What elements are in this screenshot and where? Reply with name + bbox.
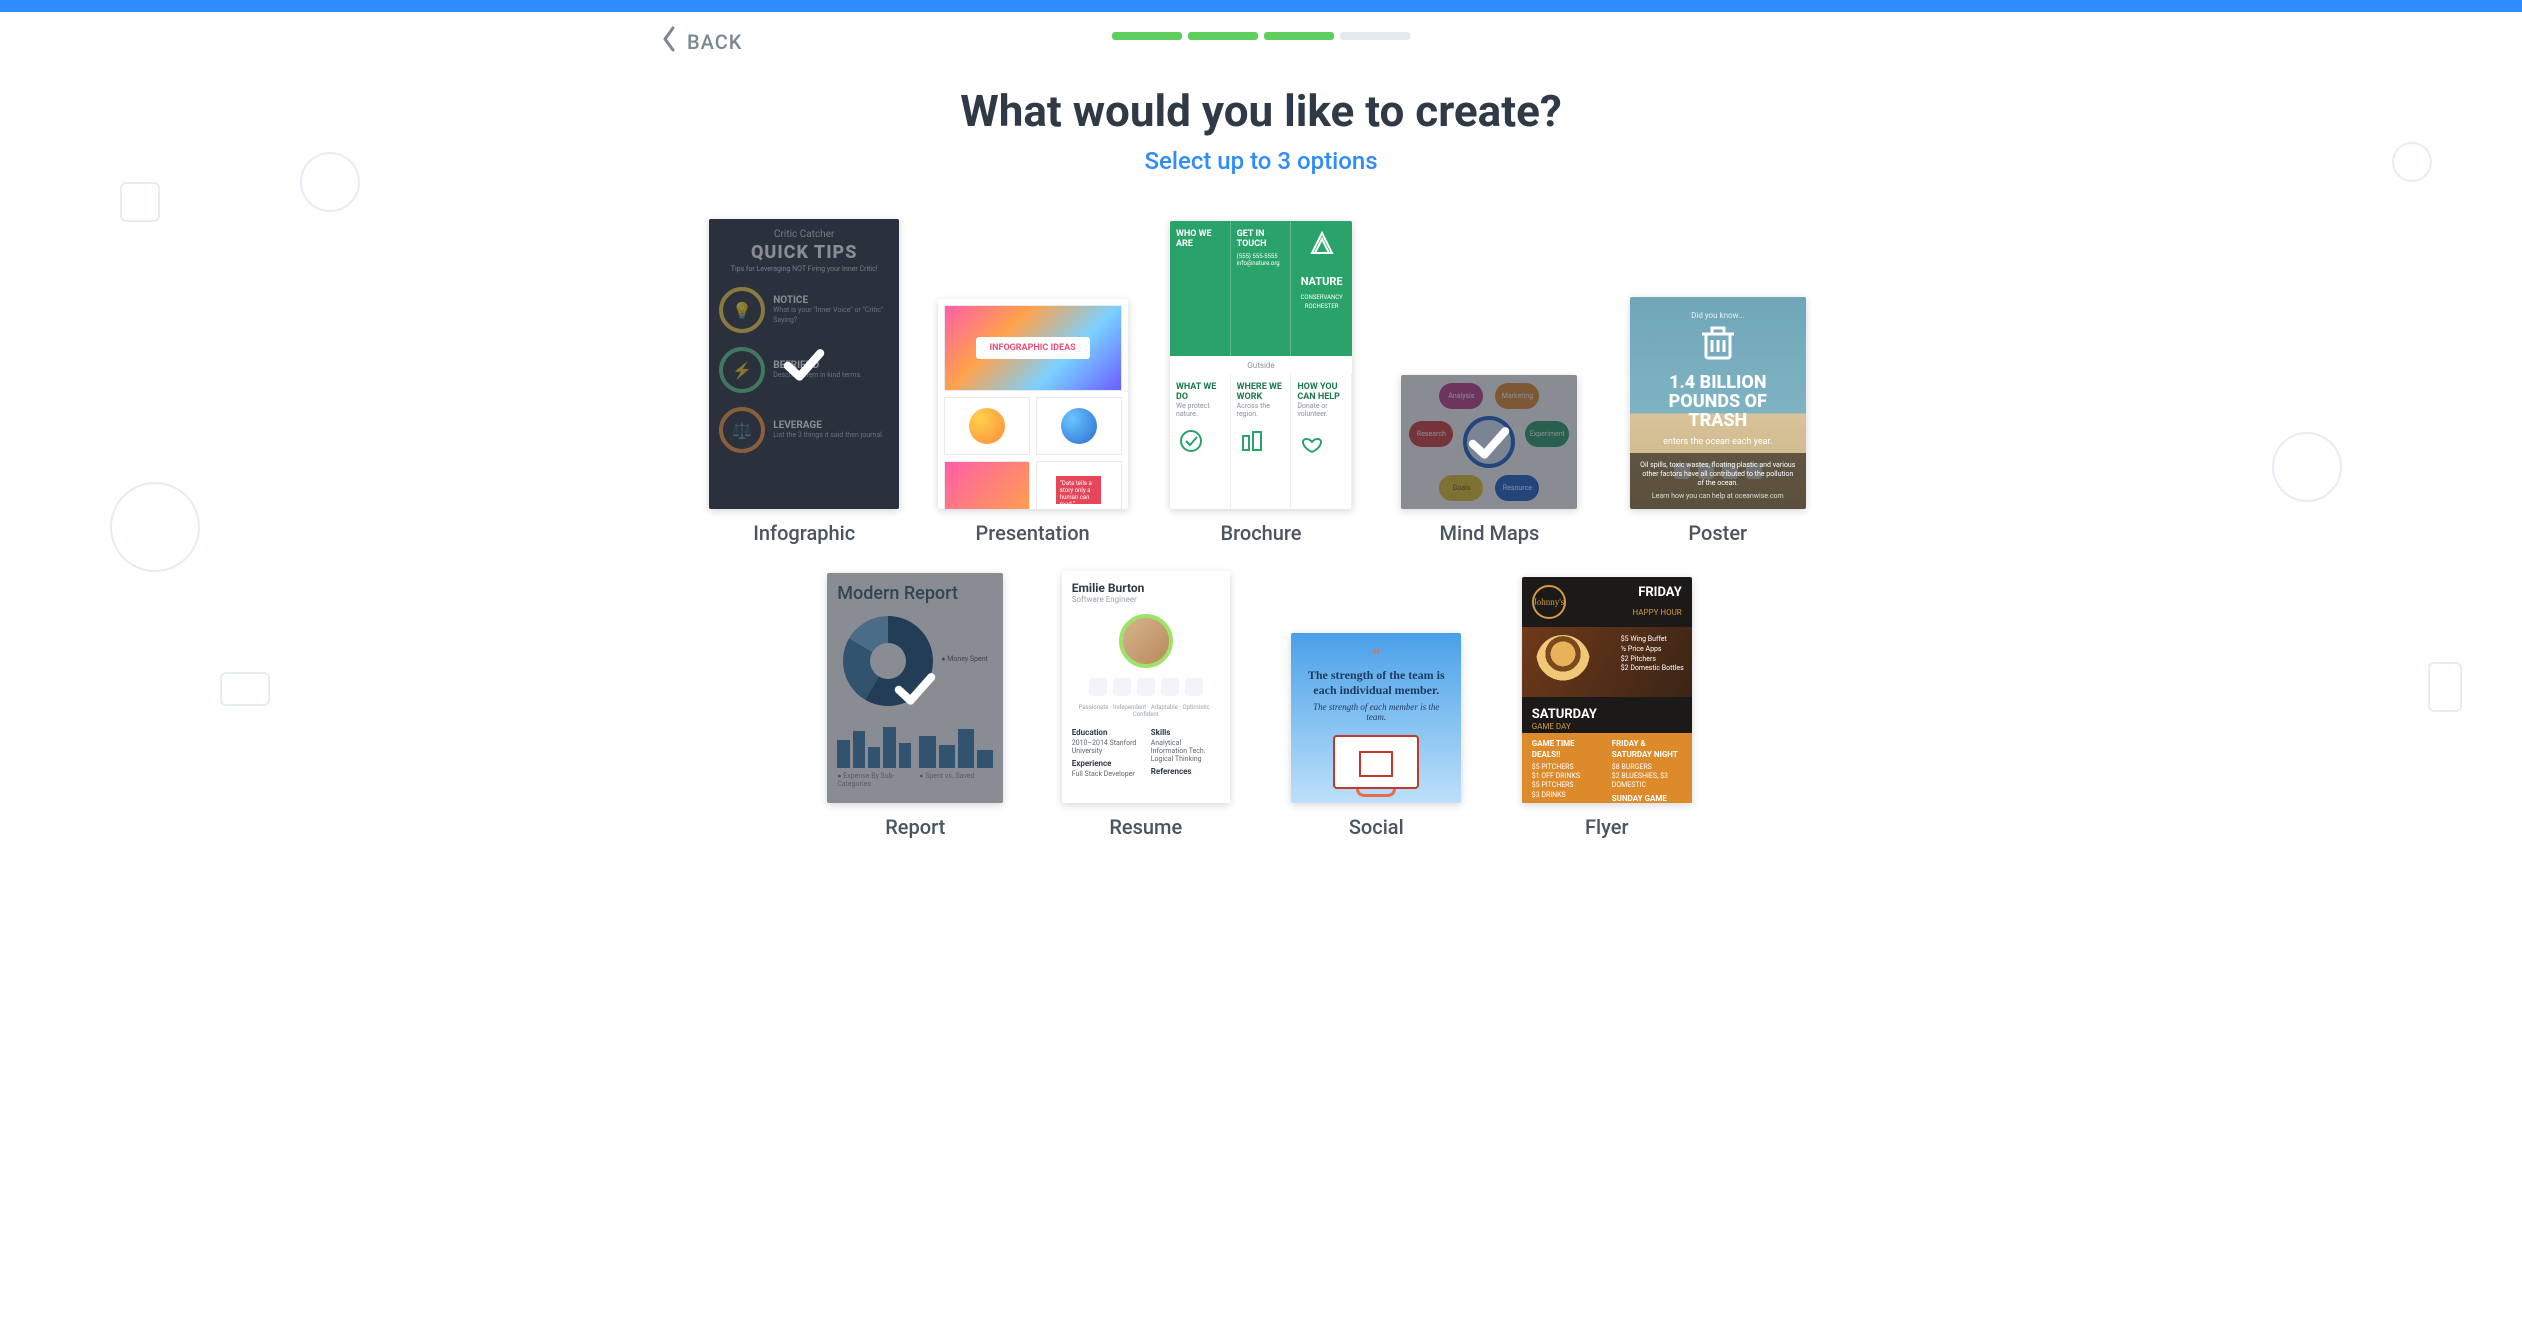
thumb-text: Johnny's <box>1532 585 1566 619</box>
option-resume-thumb: Emilie Burton Software Engineer Passiona… <box>1062 571 1230 803</box>
thumb-text: $1 OFF DRINKS <box>1532 772 1602 781</box>
thumb-text: $2 Pitchers <box>1621 655 1684 665</box>
thumb-text: HOW YOU CAN HELP <box>1297 382 1345 402</box>
thumb-text: Logical Thinking <box>1151 755 1202 763</box>
thumb-text: POUNDS OF <box>1640 393 1796 412</box>
option-label: Presentation <box>976 521 1090 545</box>
option-poster-thumb: Did you know... 1.4 BILLION POUNDS OF TR… <box>1630 297 1806 509</box>
thumb-text: WHAT WE DO <box>1176 382 1224 402</box>
thumb-text: $3 DRINKS <box>1532 791 1602 800</box>
option-presentation[interactable]: INFOGRAPHIC IDEAS “Data tells a story on… <box>938 299 1128 545</box>
progress-step-4 <box>1340 32 1410 40</box>
thumb-text: Information Tech. <box>1151 747 1206 755</box>
checkmark-icon <box>1462 415 1516 469</box>
thumb-text: ½ Price Apps <box>1621 645 1684 655</box>
thumb-text: Optimistic <box>1182 704 1209 711</box>
thumb-text: GET IN TOUCH <box>1237 229 1285 249</box>
thumb-text: Oil spills, toxic wastes, floating plast… <box>1640 461 1796 488</box>
thumb-text: Skills <box>1151 728 1220 737</box>
thumb-text: enters the ocean each year. <box>1640 437 1796 447</box>
thumb-text: HAPPY HOUR <box>1633 608 1682 617</box>
option-label: Social <box>1349 815 1404 839</box>
thumb-text: Confident <box>1133 711 1159 718</box>
thumb-text: $8 BURGERS <box>1612 763 1682 772</box>
thumb-text: $2 Domestic Bottles <box>1621 664 1684 674</box>
progress-step-1 <box>1112 32 1182 40</box>
page-subtitle: Select up to 3 options <box>40 147 2482 175</box>
option-report[interactable]: Modern Report ● Money Spent ● Expense By… <box>827 573 1003 839</box>
option-report-thumb: Modern Report ● Money Spent ● Expense By… <box>827 573 1003 803</box>
selected-overlay <box>827 573 1003 803</box>
option-brochure-thumb: WHO WE ARE GET IN TOUCH(555) 555-5555inf… <box>1170 221 1352 509</box>
option-infographic-thumb: Critic Catcher QUICK TIPS Tips for Lever… <box>709 219 899 509</box>
chevron-left-icon <box>661 26 677 57</box>
thumb-text: $2 BLUESHIES, $3 DOMESTIC <box>1612 772 1682 791</box>
option-presentation-thumb: INFOGRAPHIC IDEAS “Data tells a story on… <box>938 299 1128 509</box>
thumb-text: WHO WE ARE <box>1176 229 1224 249</box>
trash-icon <box>1696 320 1740 364</box>
thumb-text: Software Engineer <box>1072 595 1220 604</box>
checkmark-icon <box>888 661 942 715</box>
progress-step-2 <box>1188 32 1258 40</box>
thumb-text: GAME DAY <box>1532 722 1682 731</box>
option-mindmaps-thumb: Research Analysis Marketing Experiment R… <box>1401 375 1577 509</box>
thumb-text: 2010–2014 Stanford University <box>1072 739 1137 755</box>
option-label: Report <box>885 815 945 839</box>
option-resume[interactable]: Emilie Burton Software Engineer Passiona… <box>1062 571 1230 839</box>
progress-bar <box>1112 32 1410 40</box>
page-title: What would you like to create? <box>40 85 2482 137</box>
thumb-text: SUNDAY GAME NIGHT <box>1612 794 1682 803</box>
thumb-text: WHERE WE WORK <box>1237 382 1285 402</box>
basketball-hoop-icon <box>1333 735 1419 803</box>
app-top-accent <box>0 0 2522 12</box>
thumb-text: CONSERVANCY ROCHESTER <box>1301 294 1343 310</box>
options-grid-row-2: Modern Report ● Money Spent ● Expense By… <box>811 571 1711 839</box>
option-label: Resume <box>1109 815 1182 839</box>
thumb-text: Adaptable <box>1151 704 1178 711</box>
avatar <box>1119 614 1173 668</box>
thumb-text: The strength of each member is the team. <box>1305 702 1447 722</box>
thumb-text: Emilie Burton <box>1072 581 1220 595</box>
option-flyer[interactable]: Johnny's FRIDAY HAPPY HOUR $5 Wing Buffet… <box>1522 577 1692 839</box>
thumb-text: Analytical <box>1151 739 1181 747</box>
option-label: Brochure <box>1220 521 1301 545</box>
thumb-text: SATURDAY <box>1532 707 1597 722</box>
back-button[interactable]: BACK <box>661 26 742 57</box>
thumb-text: Independent <box>1113 704 1146 711</box>
thumb-text: Did you know... <box>1640 311 1796 320</box>
option-social[interactable]: “ The strength of the team is each indiv… <box>1291 633 1461 839</box>
option-mindmaps[interactable]: Research Analysis Marketing Experiment R… <box>1401 375 1577 545</box>
thumb-text: FRIDAY & SATURDAY NIGHT <box>1612 739 1682 761</box>
option-label: Mind Maps <box>1440 521 1540 545</box>
thumb-text: Experience <box>1072 759 1141 768</box>
options-grid-row-1: Critic Catcher QUICK TIPS Tips for Lever… <box>701 219 1821 545</box>
checkmark-icon <box>777 337 831 391</box>
option-label: Poster <box>1688 521 1747 545</box>
burger-icon <box>1536 635 1590 689</box>
thumb-text: $5 Wing Buffet <box>1621 635 1684 645</box>
option-infographic[interactable]: Critic Catcher QUICK TIPS Tips for Lever… <box>709 219 899 545</box>
thumb-text: TRASH <box>1640 412 1796 431</box>
selected-overlay <box>1401 375 1577 509</box>
thumb-text: Education <box>1072 728 1141 737</box>
progress-step-3 <box>1264 32 1334 40</box>
thumb-text: $5 PITCHERS <box>1532 763 1602 772</box>
thumb-text: References <box>1151 767 1220 776</box>
thumb-text: Passionate <box>1079 704 1109 711</box>
thumb-text: INFOGRAPHIC IDEAS <box>976 337 1090 359</box>
option-brochure[interactable]: WHO WE ARE GET IN TOUCH(555) 555-5555inf… <box>1170 221 1352 545</box>
option-poster[interactable]: Did you know... 1.4 BILLION POUNDS OF TR… <box>1630 297 1806 545</box>
thumb-text: $5 PITCHERS <box>1532 781 1602 790</box>
thumb-text: Learn how you can help at oceanwise.com <box>1640 492 1796 501</box>
option-flyer-thumb: Johnny's FRIDAY HAPPY HOUR $5 Wing Buffet… <box>1522 577 1692 803</box>
thumb-text: Outside <box>1170 356 1352 374</box>
thumb-text: FRIDAY <box>1633 585 1682 600</box>
thumb-text: GAME TIME DEALS!! <box>1532 739 1602 761</box>
back-button-label: BACK <box>687 30 742 54</box>
option-label: Infographic <box>753 521 855 545</box>
selected-overlay <box>709 219 899 509</box>
option-label: Flyer <box>1585 815 1629 839</box>
thumb-text: The strength of the team is each individ… <box>1305 668 1447 698</box>
option-social-thumb: “ The strength of the team is each indiv… <box>1291 633 1461 803</box>
